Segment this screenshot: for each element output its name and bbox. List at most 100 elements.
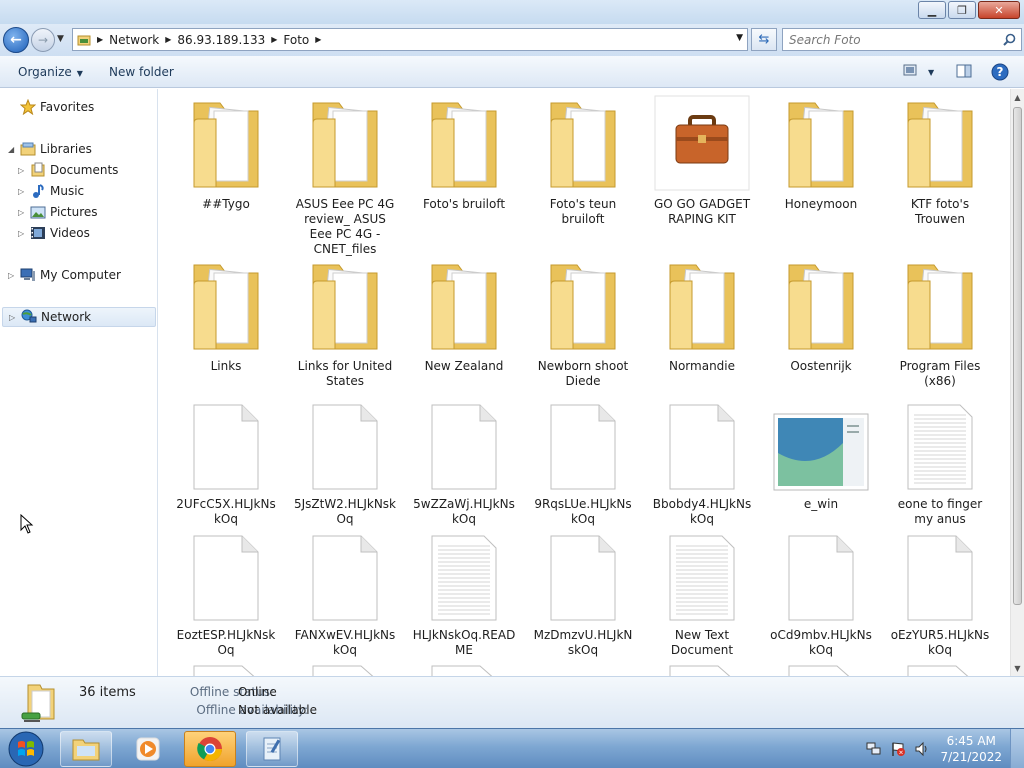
file-item[interactable]: HLJkNskOq.README [408, 526, 520, 658]
folder-item[interactable]: Normandie [646, 257, 758, 374]
breadcrumb-host[interactable]: ▶ 86.93.189.133 [165, 33, 265, 47]
search-icon[interactable] [1003, 33, 1016, 46]
file-item[interactable]: Bbobdy4.HLJkNskOq [646, 395, 758, 527]
taskbar-chrome[interactable] [184, 731, 236, 767]
network-tray-icon[interactable] [866, 741, 882, 757]
new-folder-button[interactable]: New folder [109, 65, 174, 79]
help-icon[interactable]: ? [991, 63, 1009, 81]
volume-icon[interactable] [914, 741, 930, 757]
scroll-down-arrow-icon[interactable]: ▼ [1011, 660, 1024, 676]
network-folder-icon [21, 684, 55, 722]
file-item[interactable]: GO GO GADGET RAPING KIT [646, 95, 758, 227]
computer-icon [20, 267, 36, 283]
folder-item[interactable]: Newborn shoot Diede [527, 257, 639, 389]
file-item[interactable]: eone to finger my anus [884, 395, 996, 527]
preview-pane-icon[interactable] [956, 63, 972, 79]
file-item[interactable]: 2UFcC5X.HLJkNskOq [170, 395, 282, 527]
file-item-partial[interactable] [408, 660, 520, 676]
address-bar[interactable]: ▶ Network ▶ 86.93.189.133 ▶ Foto ▶ ▼ [72, 28, 748, 51]
nav-libraries[interactable]: ◢ Libraries [8, 139, 92, 159]
file-item[interactable]: FANXwEV.HLJkNskOq [289, 526, 401, 658]
collapsed-triangle-icon[interactable]: ▷ [18, 229, 28, 238]
forward-button[interactable]: → [31, 28, 55, 52]
scroll-up-arrow-icon[interactable]: ▲ [1011, 89, 1024, 105]
breadcrumb-foto[interactable]: ▶ Foto [271, 33, 309, 47]
address-dropdown[interactable]: ▼ [736, 33, 743, 43]
nav-network[interactable]: ▷ Network [2, 307, 156, 327]
refresh-button[interactable]: ⇆ [751, 28, 777, 51]
file-item[interactable]: 5wZZaWj.HLJkNskOq [408, 395, 520, 527]
text-file-icon [907, 404, 973, 490]
file-item-partial[interactable] [646, 660, 758, 676]
recent-pages-dropdown[interactable]: ▼ [57, 34, 64, 44]
item-label: GO GO GADGET RAPING KIT [653, 197, 751, 226]
collapsed-triangle-icon[interactable]: ▷ [18, 208, 28, 217]
notepad-icon [263, 737, 281, 761]
folder-icon [193, 102, 259, 188]
file-item[interactable]: MzDmzvU.HLJkNskOq [527, 526, 639, 658]
back-button[interactable]: ← [3, 27, 29, 53]
view-options-dropdown[interactable]: ▼ [928, 68, 934, 77]
minimize-button[interactable]: ▁ [918, 1, 946, 19]
folder-item[interactable]: Oostenrijk [765, 257, 877, 374]
pictures-icon [30, 204, 46, 220]
action-center-flag-icon[interactable]: ✕ [890, 741, 906, 757]
start-button[interactable] [4, 730, 48, 768]
file-list: ##Tygo ASUS Eee PC 4G review_ ASUS Eee PC… [159, 89, 1010, 676]
taskbar-notepad[interactable] [246, 731, 298, 767]
offline-status-value: Online [238, 685, 277, 699]
folder-item[interactable]: ASUS Eee PC 4G review_ ASUS Eee PC 4G - … [289, 95, 401, 257]
nav-my-computer[interactable]: ▷ My Computer [8, 265, 121, 285]
folder-item[interactable]: KTF foto's Trouwen [884, 95, 996, 227]
change-view-icon[interactable] [903, 63, 917, 77]
file-item-partial[interactable] [170, 660, 282, 676]
file-item[interactable]: EoztESP.HLJkNskOq [170, 526, 282, 658]
folder-item[interactable]: Foto's teun bruiloft [527, 95, 639, 227]
breadcrumb-network[interactable]: ▶ Network [97, 33, 159, 47]
file-item[interactable]: 9RqsLUe.HLJkNskOq [527, 395, 639, 527]
restore-icon: ❐ [957, 3, 967, 17]
scrollbar-thumb[interactable] [1013, 107, 1022, 605]
file-item[interactable]: 5JsZtW2.HLJkNskOq [289, 395, 401, 527]
item-thumbnail [416, 257, 512, 353]
file-item-partial-thumbnail[interactable] [527, 660, 639, 676]
search-input[interactable] [789, 32, 989, 47]
file-item-partial[interactable] [289, 660, 401, 676]
collapsed-triangle-icon[interactable]: ▷ [9, 313, 19, 322]
folder-item[interactable]: New Zealand [408, 257, 520, 374]
restore-button[interactable]: ❐ [948, 1, 976, 19]
nav-favorites[interactable]: Favorites [8, 97, 94, 117]
file-item[interactable]: oEzYUR5.HLJkNskOq [884, 526, 996, 658]
nav-videos[interactable]: ▷ Videos [18, 223, 90, 243]
file-item[interactable]: oCd9mbv.HLJkNskOq [765, 526, 877, 658]
folder-item[interactable]: ##Tygo [170, 95, 282, 212]
show-desktop-button[interactable] [1010, 729, 1024, 768]
collapsed-triangle-icon[interactable]: ▷ [8, 271, 18, 280]
item-label: 5wZZaWj.HLJkNskOq [413, 497, 515, 526]
nav-pictures[interactable]: ▷ Pictures [18, 202, 98, 222]
expanded-triangle-icon[interactable]: ◢ [8, 145, 18, 154]
breadcrumb-more[interactable]: ▶ [315, 35, 327, 44]
taskbar-media-player[interactable] [122, 731, 174, 767]
nav-music[interactable]: ▷ Music [18, 181, 84, 201]
taskbar-explorer[interactable] [60, 731, 112, 767]
search-box[interactable] [782, 28, 1022, 51]
collapsed-triangle-icon[interactable]: ▷ [18, 187, 28, 196]
file-item-partial[interactable] [765, 660, 877, 676]
folder-item[interactable]: Links for United States [289, 257, 401, 389]
file-item-partial[interactable] [884, 660, 996, 676]
item-label: KTF foto's Trouwen [910, 197, 970, 226]
collapsed-triangle-icon[interactable]: ▷ [18, 166, 28, 175]
nav-documents[interactable]: ▷ Documents [18, 160, 118, 180]
folder-item[interactable]: Links [170, 257, 282, 374]
system-clock[interactable]: 6:45 AM 7/21/2022 [940, 733, 1002, 765]
folder-item[interactable]: Foto's bruiloft [408, 95, 520, 212]
folder-item[interactable]: Program Files (x86) [884, 257, 996, 389]
folder-item[interactable]: Honeymoon [765, 95, 877, 212]
file-item[interactable]: New Text Document [646, 526, 758, 658]
vertical-scrollbar[interactable]: ▲ ▼ [1010, 89, 1024, 676]
item-label: HLJkNskOq.README [412, 628, 516, 657]
file-item[interactable]: e_win [765, 395, 877, 512]
organize-button[interactable]: Organize ▼ [18, 65, 83, 79]
close-button[interactable]: ✕ [978, 1, 1020, 19]
